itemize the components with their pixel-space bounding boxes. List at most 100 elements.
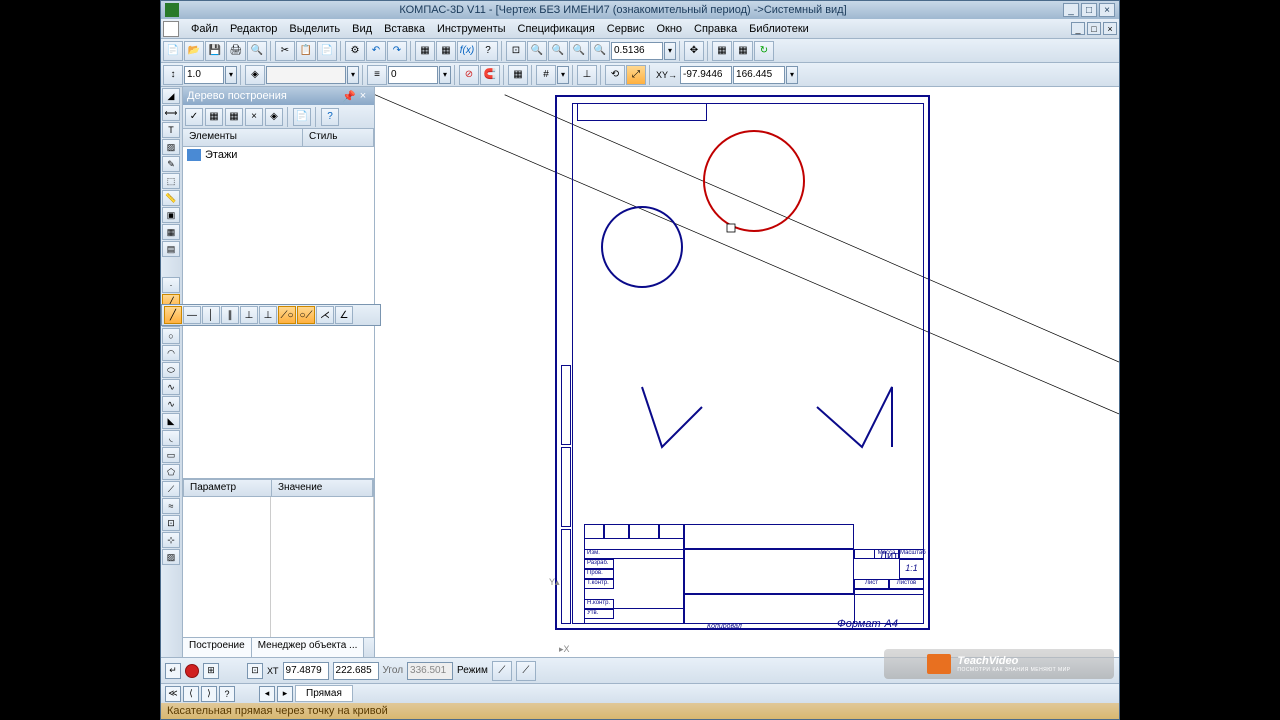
new-button[interactable]: 📄 (163, 41, 183, 61)
properties-button[interactable]: ⚙ (345, 41, 365, 61)
panel-close-button[interactable]: × (356, 90, 370, 102)
tree-tb-help[interactable]: ? (321, 108, 339, 126)
layer-manager-button[interactable]: ≡ (367, 65, 387, 85)
preview-button[interactable]: 🔍 (247, 41, 267, 61)
panel-tab-build[interactable]: Построение (183, 638, 252, 657)
measure-tool[interactable]: 📏 (162, 190, 180, 206)
tree-tb-5[interactable]: ◈ (265, 108, 283, 126)
undo-button[interactable]: ↶ (366, 41, 386, 61)
tool-btn-2[interactable]: ▦ (436, 41, 456, 61)
panel-pin-button[interactable]: 📌 (342, 90, 356, 103)
props-col-param[interactable]: Параметр (184, 480, 272, 496)
maximize-button[interactable]: □ (1081, 3, 1097, 17)
aux-tangent-point[interactable]: ⟋○ (278, 306, 296, 324)
grid-draw-button[interactable]: # (536, 65, 556, 85)
coord-x-input[interactable] (680, 66, 732, 84)
panel-tab-manager[interactable]: Менеджер объекта ... (252, 638, 365, 657)
line-width-dropdown[interactable]: ▾ (225, 66, 237, 84)
tree-col-elements[interactable]: Элементы (183, 129, 303, 146)
select-tool[interactable]: ▣ (162, 207, 180, 223)
refresh-button[interactable]: ↻ (754, 41, 774, 61)
tree-tb-3[interactable]: ▦ (225, 108, 243, 126)
menu-view[interactable]: Вид (346, 21, 378, 37)
state-btn-1[interactable]: ↕ (163, 65, 183, 85)
doc-maximize-button[interactable]: □ (1087, 22, 1101, 35)
rect-tool[interactable]: ▭ (162, 447, 180, 463)
ortho-button[interactable]: ⊥ (577, 65, 597, 85)
view-btn-1[interactable]: ▦ (712, 41, 732, 61)
local-cs-button[interactable]: ⤢ (626, 65, 646, 85)
drawing-canvas[interactable]: Изм. Разраб. Пров. Т.контр. Н.контр. Утв… (375, 87, 1119, 657)
save-button[interactable]: 💾 (205, 41, 225, 61)
axis-tool[interactable]: ⊹ (162, 532, 180, 548)
view-btn-2[interactable]: ▦ (733, 41, 753, 61)
point-tool[interactable]: · (162, 277, 180, 293)
menu-file[interactable]: Файл (185, 21, 224, 37)
menu-select[interactable]: Выделить (283, 21, 346, 37)
report-tool[interactable]: ▤ (162, 241, 180, 257)
aux-parallel-line[interactable]: ∥ (221, 306, 239, 324)
layer-combo[interactable] (266, 66, 346, 84)
equidist-tool[interactable]: ≈ (162, 498, 180, 514)
zoom-value-input[interactable] (611, 42, 663, 60)
aux-tangent-curve[interactable]: ○⟋ (297, 306, 315, 324)
zoom-window-button[interactable]: 🔍 (569, 41, 589, 61)
open-button[interactable]: 📂 (184, 41, 204, 61)
nav-prev[interactable]: ⟨ (183, 686, 199, 702)
aux-arbitrary-line[interactable]: ╱ (164, 306, 182, 324)
aux-horizontal-line[interactable]: — (183, 306, 201, 324)
tree-tb-delete[interactable]: × (245, 108, 263, 126)
bezier-tool[interactable]: ∿ (162, 396, 180, 412)
tab-scroll-right[interactable]: ▸ (277, 686, 293, 702)
mode-btn-2[interactable]: ⟋ (516, 661, 536, 681)
tree-tb-2[interactable]: ▦ (205, 108, 223, 126)
angle-input[interactable] (407, 662, 453, 680)
auto-create-button[interactable]: ⊞ (203, 663, 219, 679)
menu-window[interactable]: Окно (650, 21, 688, 37)
aux-vertical-line[interactable]: │ (202, 306, 220, 324)
tool-btn-1[interactable]: ▦ (415, 41, 435, 61)
aux-tangent-outer[interactable]: ⊥ (259, 306, 277, 324)
param-tool[interactable]: ⬚ (162, 173, 180, 189)
chamfer-tool[interactable]: ◣ (162, 413, 180, 429)
layer-num-input[interactable] (388, 66, 438, 84)
nav-next[interactable]: ⟩ (201, 686, 217, 702)
spec-tool[interactable]: ▦ (162, 224, 180, 240)
snap-button[interactable]: 🧲 (480, 65, 500, 85)
layer-btn[interactable]: ◈ (245, 65, 265, 85)
menu-spec[interactable]: Спецификация (512, 21, 601, 37)
menu-libs[interactable]: Библиотеки (743, 21, 815, 37)
layer-combo-dropdown[interactable]: ▾ (347, 66, 359, 84)
layer-num-dropdown[interactable]: ▾ (439, 66, 451, 84)
stop-command-button[interactable] (185, 664, 199, 678)
point-style-button[interactable]: ⊡ (247, 663, 263, 679)
hatch-tool[interactable]: ▨ (162, 139, 180, 155)
close-button[interactable]: × (1099, 3, 1115, 17)
edit-tool[interactable]: ✎ (162, 156, 180, 172)
tree-tb-1[interactable]: ✓ (185, 108, 203, 126)
zoom-in-button[interactable]: 🔍 (527, 41, 547, 61)
arc-tool[interactable]: ◠ (162, 345, 180, 361)
grid-dropdown[interactable]: ▾ (557, 66, 569, 84)
menu-tools[interactable]: Инструменты (431, 21, 512, 37)
round-button[interactable]: ⟲ (605, 65, 625, 85)
doc-minimize-button[interactable]: _ (1071, 22, 1085, 35)
menu-help[interactable]: Справка (688, 21, 743, 37)
zoom-fit-button[interactable]: ⊡ (506, 41, 526, 61)
point-x-input[interactable] (283, 662, 329, 680)
geometry-tool[interactable]: ◢ (162, 88, 180, 104)
tab-scroll-left[interactable]: ◂ (259, 686, 275, 702)
zoom-prev-button[interactable]: 🔍 (590, 41, 610, 61)
mode-btn-1[interactable]: ⟋ (492, 661, 512, 681)
ellipse-tool[interactable]: ⬭ (162, 362, 180, 378)
tree-item[interactable]: Этажи (183, 147, 374, 163)
dimension-tool[interactable]: ⟷ (162, 105, 180, 121)
menu-service[interactable]: Сервис (601, 21, 651, 37)
collect-tool[interactable]: ⊡ (162, 515, 180, 531)
coord-y-input[interactable] (733, 66, 785, 84)
paste-button[interactable]: 📄 (317, 41, 337, 61)
pan-button[interactable]: ✥ (684, 41, 704, 61)
polygon-tool[interactable]: ⬠ (162, 464, 180, 480)
coord-dropdown[interactable]: ▾ (786, 66, 798, 84)
doc-tab[interactable]: Прямая (295, 685, 353, 702)
